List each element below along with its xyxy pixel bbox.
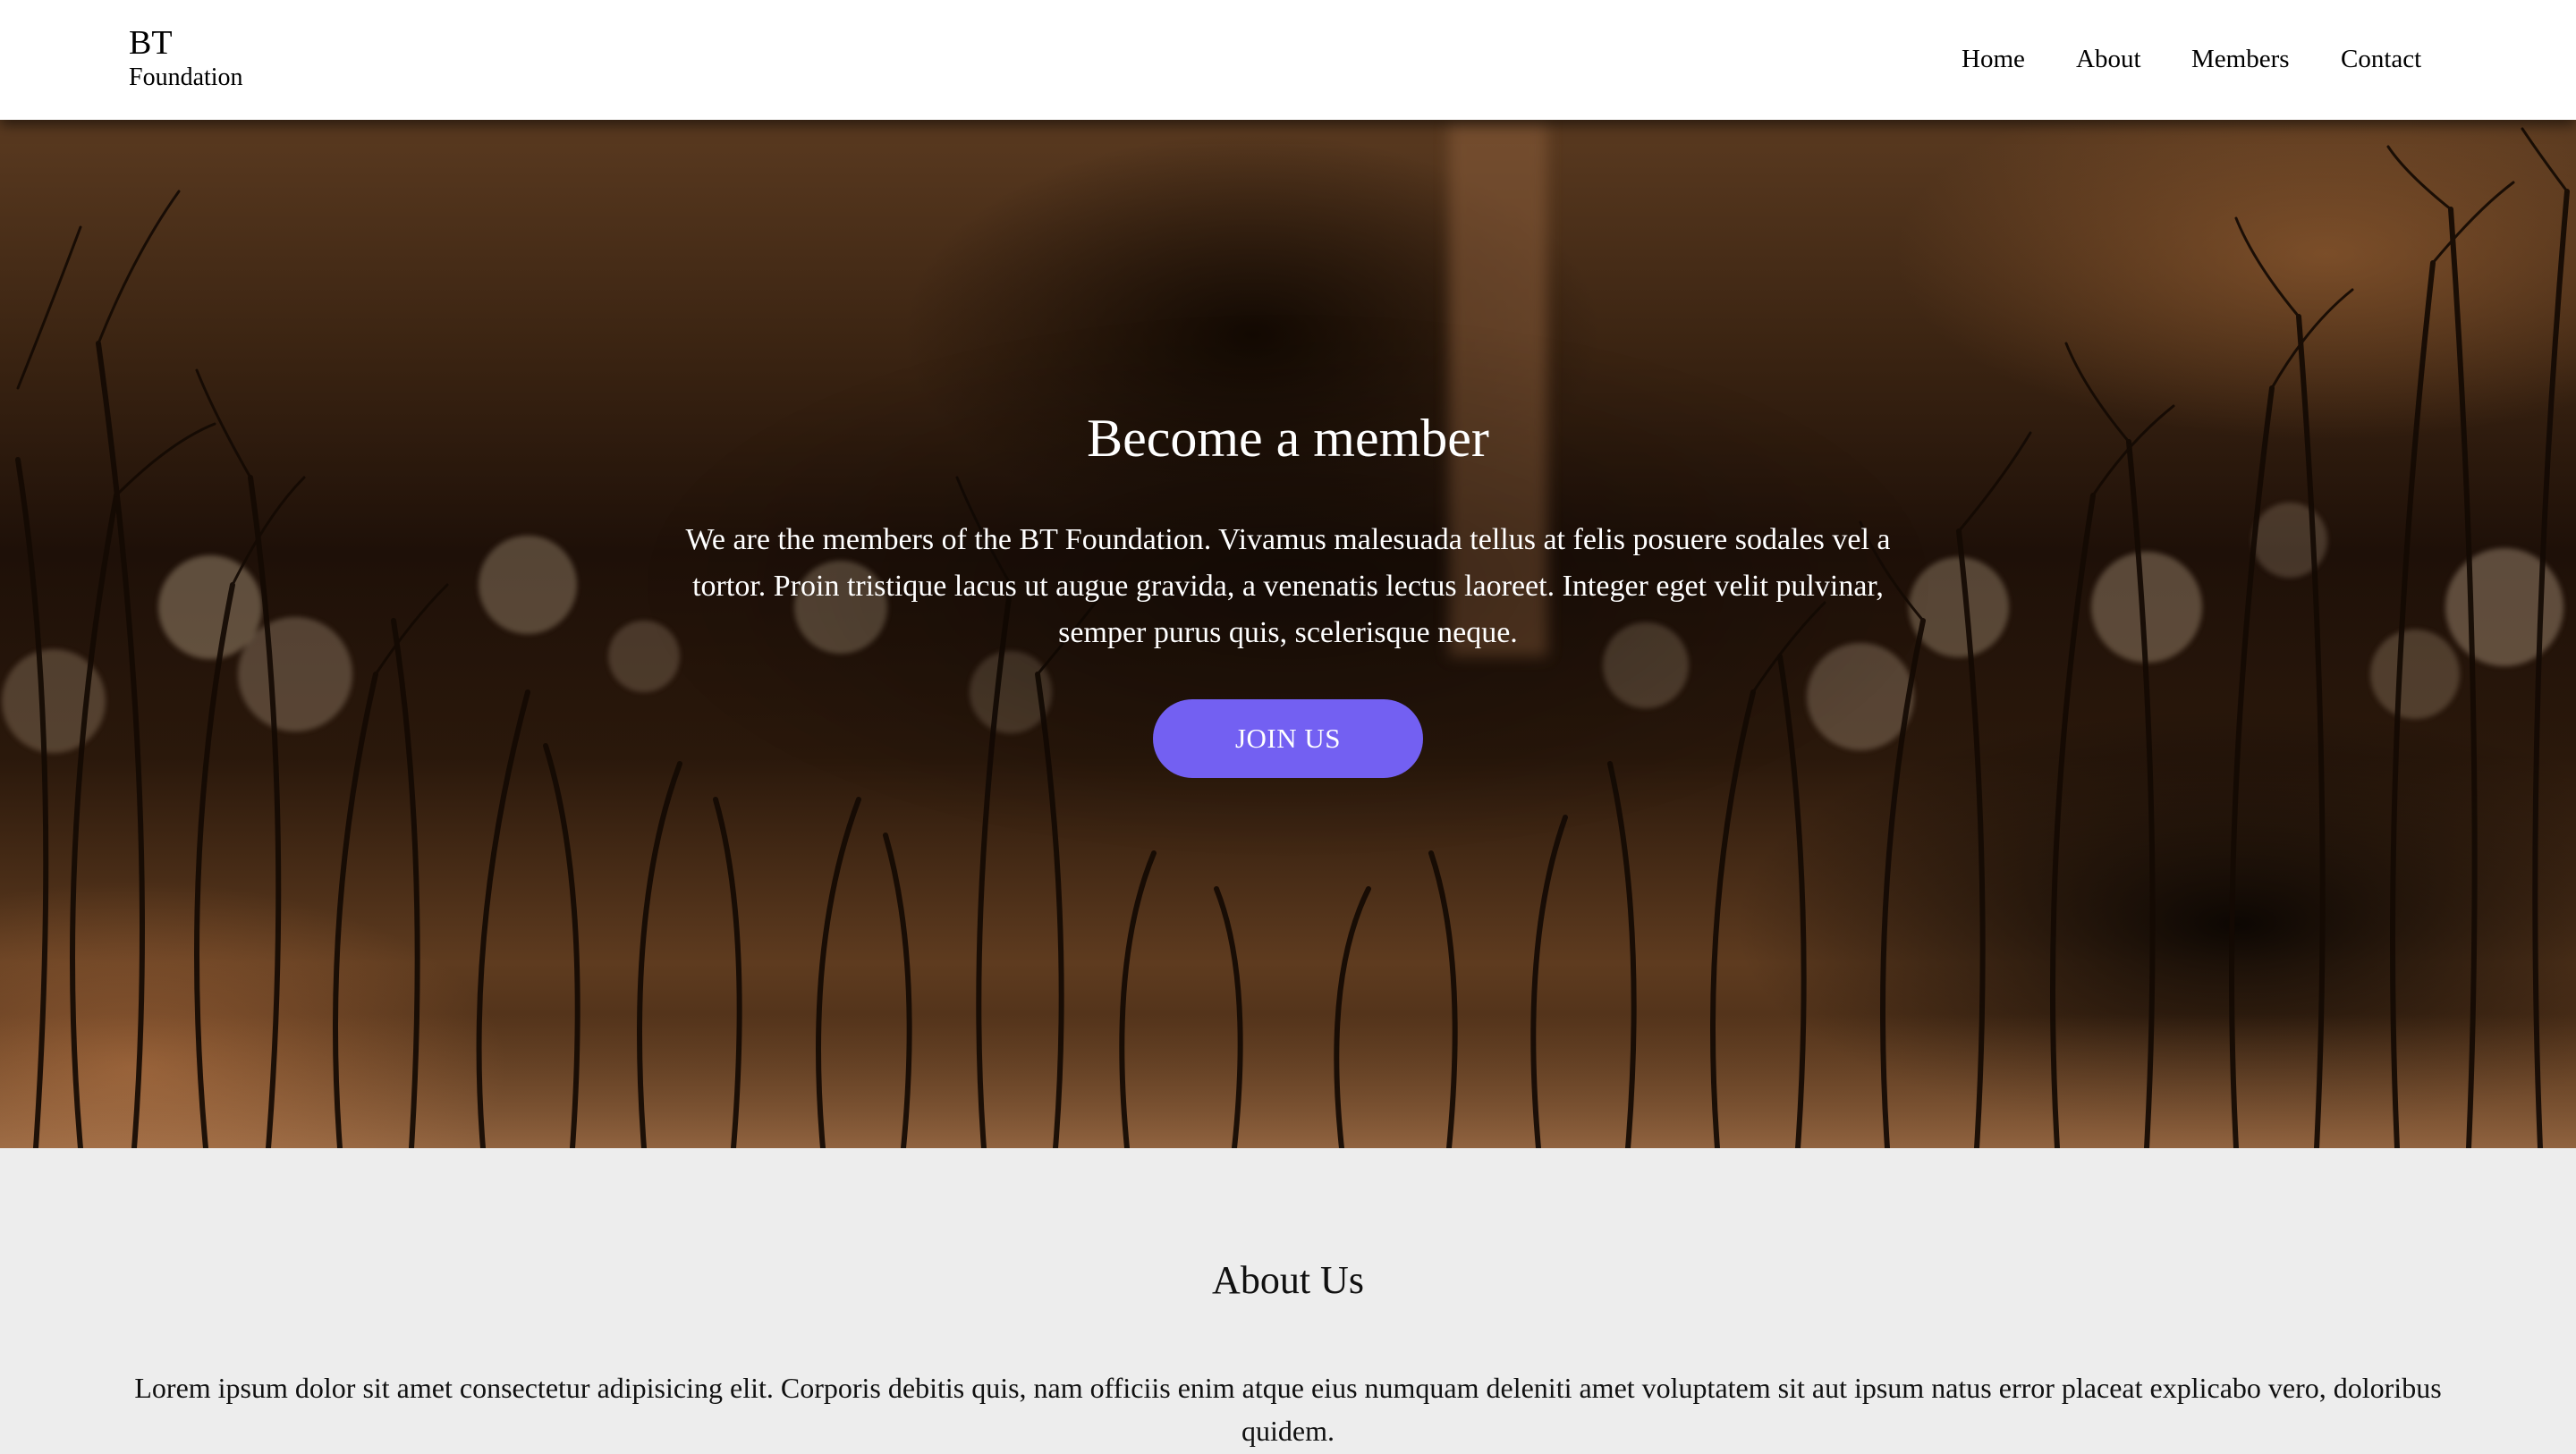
site-header: BT Foundation Home About Members Contact bbox=[0, 0, 2576, 120]
main-nav: Home About Members Contact bbox=[0, 39, 2576, 79]
hero-section: Become a member We are the members of th… bbox=[0, 120, 2576, 1148]
about-description: Lorem ipsum dolor sit amet consectetur a… bbox=[134, 1372, 2442, 1447]
nav-home[interactable]: Home bbox=[1962, 39, 2025, 79]
nav-about[interactable]: About bbox=[2076, 39, 2141, 79]
nav-contact[interactable]: Contact bbox=[2341, 39, 2421, 79]
hero-description: We are the members of the BT Foundation.… bbox=[685, 523, 1891, 649]
nav-members[interactable]: Members bbox=[2191, 39, 2290, 79]
join-us-button[interactable]: JOIN US bbox=[1153, 699, 1423, 778]
hero-title: Become a member bbox=[1087, 409, 1489, 468]
about-title: About Us bbox=[1212, 1258, 1364, 1302]
